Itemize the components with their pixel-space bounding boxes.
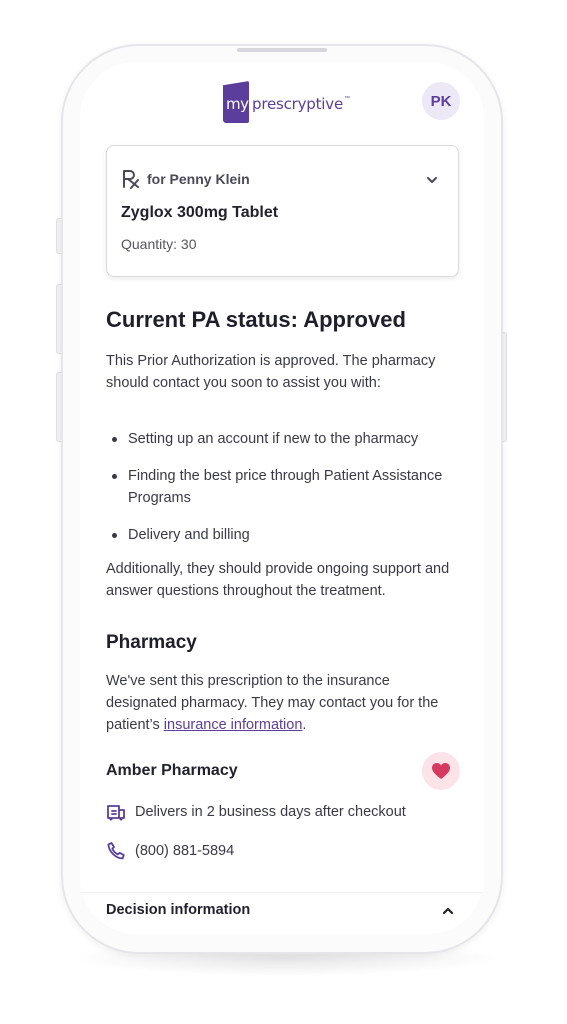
delivery-text: Delivers in 2 business days after checko… [135, 804, 406, 820]
prescription-card[interactable]: for Penny Klein Zyglox 300mg Tablet Quan… [106, 145, 459, 277]
list-item: Delivery and billing [106, 524, 461, 546]
chevron-down-icon[interactable] [424, 172, 440, 188]
logo-trademark: ™ [343, 96, 350, 102]
pa-status-title: Current PA status: Approved [106, 307, 406, 332]
list-item: Finding the best price through Patient A… [106, 465, 461, 509]
assistance-list: Setting up an account if new to the phar… [106, 428, 461, 561]
pharmacy-description: We've sent this prescription to the insu… [106, 670, 461, 736]
delivery-info: Delivers in 2 business days after checko… [106, 803, 406, 821]
phone-speaker [237, 48, 327, 52]
insurance-information-link[interactable]: insurance information [164, 717, 303, 733]
pa-status-additional: Additionally, they should provide ongoin… [106, 561, 450, 599]
pharmacy-name: Amber Pharmacy [106, 762, 238, 779]
app-screen: my prescryptive ™ PK for Penny Klein Zyg… [80, 62, 484, 934]
delivery-truck-icon [107, 805, 125, 821]
pharmacy-description-end: . [302, 717, 307, 733]
user-avatar[interactable]: PK [422, 82, 460, 120]
list-item: Setting up an account if new to the phar… [106, 428, 461, 450]
logo-my-text: my [226, 95, 249, 113]
phone-icon [107, 842, 125, 860]
logo-mark: my [223, 81, 249, 123]
phone-number[interactable]: (800) 881-5894 [135, 843, 234, 859]
drug-quantity: Quantity: 30 [121, 236, 197, 252]
favorite-button[interactable] [422, 752, 460, 790]
pharmacy-heading: Pharmacy [106, 632, 197, 653]
app-logo: my prescryptive ™ [223, 80, 350, 124]
section-divider [80, 892, 484, 893]
prescription-patient: for Penny Klein [147, 171, 250, 187]
decision-information-toggle[interactable]: Decision information [106, 902, 250, 918]
drug-name: Zyglox 300mg Tablet [121, 204, 279, 221]
pa-status-intro: This Prior Authorization is approved. Th… [106, 353, 436, 391]
chevron-up-icon[interactable] [440, 903, 456, 919]
heart-icon [432, 763, 450, 779]
rx-icon [123, 170, 139, 189]
logo-brand-text: prescryptive [252, 95, 343, 113]
phone-info[interactable]: (800) 881-5894 [106, 841, 234, 861]
